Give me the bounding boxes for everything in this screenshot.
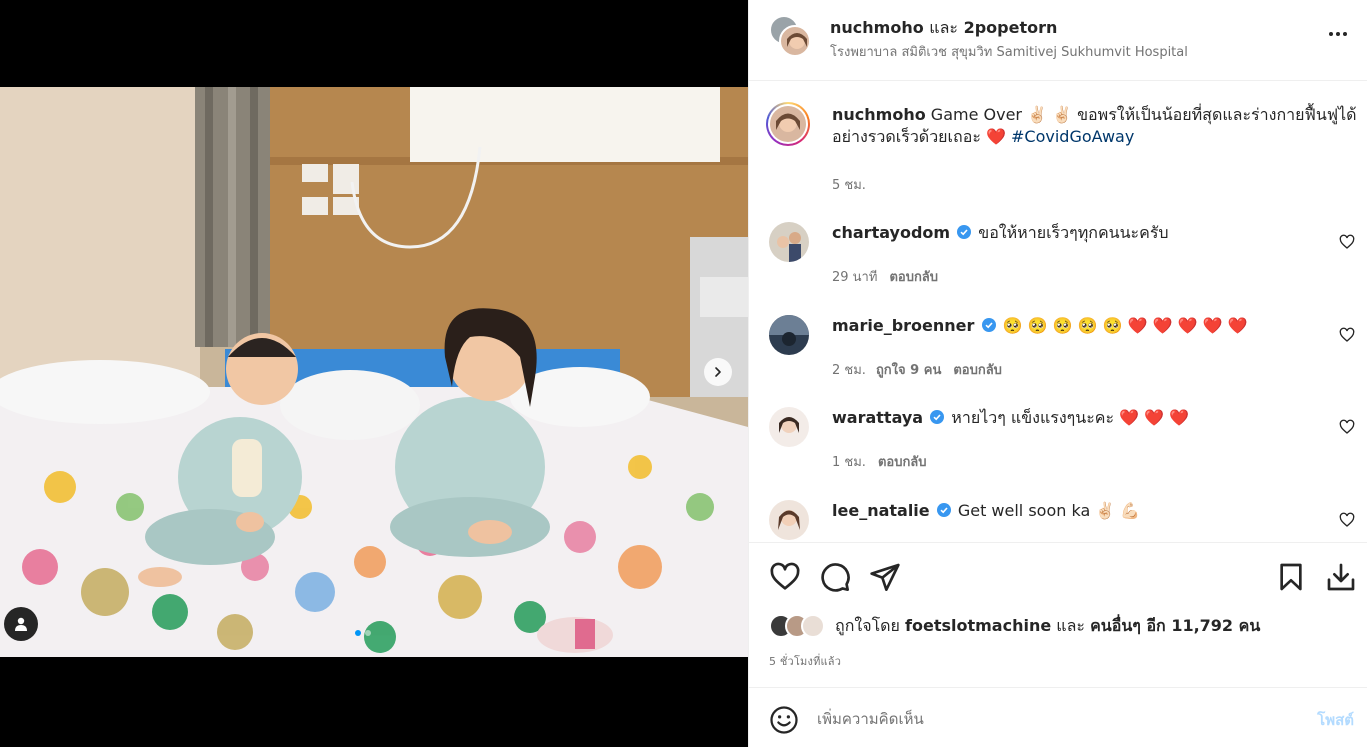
reply-button[interactable]: ตอบกลับ bbox=[878, 455, 927, 470]
coauthor-username[interactable]: 2popetorn bbox=[964, 18, 1058, 37]
comment-time[interactable]: 2 ชม. bbox=[832, 363, 866, 378]
caption-avatar bbox=[768, 104, 808, 144]
comment-body: lee_natalie Get well soon ka ✌🏻 💪🏻 bbox=[832, 500, 1332, 522]
collab-avatars[interactable] bbox=[769, 15, 813, 59]
caption-body: nuchmoho Game Over ✌🏻 ✌🏻 ขอพรให้เป็นน้อย… bbox=[832, 104, 1362, 148]
carousel-dot-2 bbox=[365, 630, 371, 636]
author-username[interactable]: nuchmoho bbox=[830, 18, 924, 37]
more-horizontal-icon bbox=[1329, 32, 1333, 36]
first-liker-username[interactable]: foetslotmachine bbox=[905, 616, 1051, 635]
comment-text: หายไวๆ แข็งแรงๆนะคะ ❤️ ❤️ ❤️ bbox=[951, 408, 1190, 427]
comment-meta: 2 ชม. ถูกใจ 9 คน ตอบกลับ bbox=[832, 359, 1002, 380]
avatar-nuchmoho[interactable] bbox=[779, 25, 811, 57]
caption-time[interactable]: 5 ชม. bbox=[832, 178, 866, 193]
send-icon[interactable] bbox=[869, 561, 901, 593]
heart-icon[interactable] bbox=[1339, 327, 1355, 343]
comment-text: 🥺 🥺 🥺 🥺 🥺 ❤️ ❤️ ❤️ ❤️ ❤️ bbox=[1002, 316, 1248, 335]
comment-item: warattaya หายไวๆ แข็งแรงๆนะคะ ❤️ ❤️ ❤️ 1… bbox=[769, 407, 1359, 477]
comment-meta: 29 นาที ตอบกลับ bbox=[832, 266, 938, 287]
liked-by-prefix: ถูกใจโดย bbox=[835, 615, 900, 635]
carousel-indicators bbox=[355, 630, 371, 636]
caption-avatar-image bbox=[770, 106, 806, 142]
comment-avatar[interactable] bbox=[769, 500, 809, 540]
caption-avatar-face bbox=[776, 113, 800, 132]
verified-badge-icon bbox=[936, 503, 951, 517]
comment-body: warattaya หายไวๆ แข็งแรงๆนะคะ ❤️ ❤️ ❤️ bbox=[832, 407, 1332, 429]
heart-icon[interactable] bbox=[1339, 419, 1355, 435]
chevron-right-icon bbox=[715, 367, 721, 377]
comment-text: ขอให้หายเร็วๆทุกคนนะครับ bbox=[978, 223, 1169, 242]
caption-hashtag[interactable]: #CovidGoAway bbox=[1011, 127, 1134, 146]
post-caption: nuchmoho Game Over ✌🏻 ✌🏻 ขอพรให้เป็นน้อย… bbox=[766, 102, 1362, 204]
post-action-bar bbox=[749, 542, 1367, 608]
comment-body: marie_broenner 🥺 🥺 🥺 🥺 🥺 ❤️ ❤️ ❤️ ❤️ ❤️ bbox=[832, 315, 1332, 337]
verified-badge-icon bbox=[930, 410, 945, 424]
author-joiner: และ bbox=[929, 18, 958, 37]
comment-username[interactable]: warattaya bbox=[832, 408, 923, 427]
comments-list[interactable]: nuchmoho Game Over ✌🏻 ✌🏻 ขอพรให้เป็นน้อย… bbox=[749, 82, 1367, 542]
comment-avatar-image bbox=[778, 510, 800, 530]
comment-username[interactable]: marie_broenner bbox=[832, 316, 974, 335]
post-author-line: nuchmoho และ 2popetorn bbox=[830, 16, 1057, 41]
comment-avatar-image bbox=[779, 417, 799, 433]
comment-time[interactable]: 1 ชม. bbox=[832, 455, 866, 470]
liker-avatar[interactable] bbox=[801, 614, 825, 638]
post-photo-illustration bbox=[0, 87, 748, 657]
carousel-next-button[interactable] bbox=[704, 358, 732, 386]
comment-item: lee_natalie Get well soon ka ✌🏻 💪🏻 bbox=[769, 500, 1359, 542]
liked-by-text: ถูกใจโดย foetslotmachine และ คนอื่นๆ อีก… bbox=[835, 614, 1260, 639]
comment-avatar-image bbox=[769, 315, 809, 346]
comment-avatar[interactable] bbox=[769, 315, 809, 355]
comment-icon[interactable] bbox=[819, 561, 851, 593]
comment-input[interactable] bbox=[817, 702, 1287, 736]
reply-button[interactable]: ตอบกลับ bbox=[953, 363, 1002, 378]
verified-badge-icon bbox=[957, 225, 972, 239]
liked-by-row: ถูกใจโดย foetslotmachine และ คนอื่นๆ อีก… bbox=[769, 612, 1260, 640]
heart-icon[interactable] bbox=[769, 561, 801, 593]
post-media-panel bbox=[0, 0, 748, 747]
liked-by-joiner: และ bbox=[1056, 615, 1085, 635]
post-comment-button[interactable]: โพสต์ bbox=[1317, 708, 1354, 732]
caption-avatar-ring[interactable] bbox=[766, 102, 810, 146]
carousel-dot-1 bbox=[355, 630, 361, 636]
comment-username[interactable]: chartayodom bbox=[832, 223, 950, 242]
smiley-icon[interactable] bbox=[769, 705, 799, 735]
comment-meta: 1 ชม. ตอบกลับ bbox=[832, 451, 927, 472]
download-icon[interactable] bbox=[1325, 561, 1357, 593]
post-location[interactable]: โรงพยาบาล สมิติเวช สุขุมวิท Samitivej Su… bbox=[830, 41, 1188, 62]
others-likes-link[interactable]: คนอื่นๆ อีก 11,792 คน bbox=[1090, 616, 1260, 635]
add-comment-bar: โพสต์ bbox=[749, 687, 1367, 747]
avatar-nuchmoho-image bbox=[787, 33, 807, 49]
caption-meta: 5 ชม. bbox=[832, 174, 866, 195]
comment-avatar-image bbox=[777, 232, 801, 262]
post-details-panel: nuchmoho และ 2popetorn โรงพยาบาล สมิติเว… bbox=[748, 0, 1367, 747]
more-horizontal-icon-dot bbox=[1343, 32, 1347, 36]
bookmark-icon[interactable] bbox=[1275, 561, 1307, 593]
comment-item: marie_broenner 🥺 🥺 🥺 🥺 🥺 ❤️ ❤️ ❤️ ❤️ ❤️ … bbox=[769, 315, 1359, 385]
comment-likes[interactable]: ถูกใจ 9 คน bbox=[876, 363, 941, 378]
heart-icon[interactable] bbox=[1339, 234, 1355, 250]
post-timestamp[interactable]: 5 ชั่วโมงที่แล้ว bbox=[769, 652, 841, 670]
comment-avatar[interactable] bbox=[769, 407, 809, 447]
post-header: nuchmoho และ 2popetorn โรงพยาบาล สมิติเว… bbox=[749, 0, 1367, 81]
comment-time[interactable]: 29 นาที bbox=[832, 270, 877, 285]
caption-username[interactable]: nuchmoho bbox=[832, 105, 926, 124]
user-tag-icon bbox=[15, 617, 27, 631]
more-horizontal-icon-dot bbox=[1336, 32, 1340, 36]
comment-avatar[interactable] bbox=[769, 222, 809, 262]
verified-badge-icon bbox=[981, 318, 996, 332]
tagged-users-button[interactable] bbox=[4, 607, 38, 641]
comment-username[interactable]: lee_natalie bbox=[832, 501, 930, 520]
comment-text: Get well soon ka ✌🏻 💪🏻 bbox=[957, 501, 1141, 520]
comment-item: chartayodom ขอให้หายเร็วๆทุกคนนะครับ 29 … bbox=[769, 222, 1359, 292]
heart-icon[interactable] bbox=[1339, 512, 1355, 528]
post-photo[interactable] bbox=[0, 87, 748, 657]
reply-button[interactable]: ตอบกลับ bbox=[889, 270, 938, 285]
more-options-button[interactable] bbox=[1327, 26, 1349, 42]
comment-body: chartayodom ขอให้หายเร็วๆทุกคนนะครับ bbox=[832, 222, 1332, 244]
